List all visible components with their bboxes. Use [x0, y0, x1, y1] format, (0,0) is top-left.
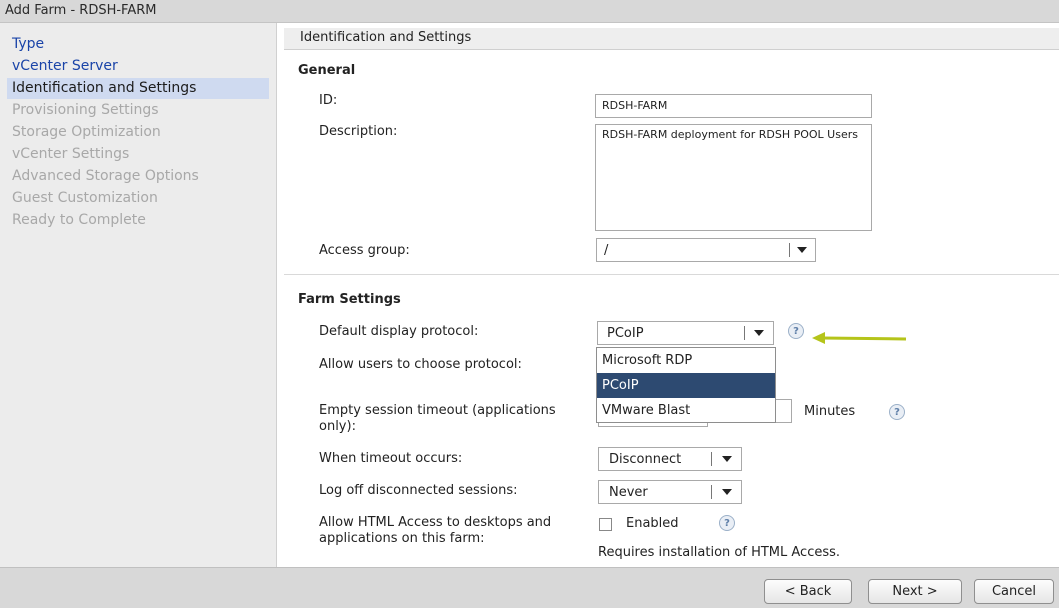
- window-title: Add Farm - RDSH-FARM: [5, 3, 157, 18]
- cancel-button[interactable]: Cancel: [974, 579, 1054, 604]
- html-access-label: Allow HTML Access to desktops and applic…: [319, 515, 552, 546]
- sidebar-item-vcenter-server[interactable]: vCenter Server: [7, 56, 269, 77]
- protocol-option-pcoip[interactable]: PCoIP: [597, 373, 775, 398]
- page-title: Identification and Settings: [300, 30, 472, 45]
- sidebar-item-provisioning-settings: Provisioning Settings: [12, 102, 159, 118]
- sidebar-item-ready-to-complete: Ready to Complete: [12, 212, 146, 228]
- protocol-option-vmware-blast[interactable]: VMware Blast: [597, 398, 775, 423]
- allow-choose-protocol-label: Allow users to choose protocol:: [319, 357, 522, 372]
- section-divider: [284, 274, 1059, 275]
- sidebar-item-advanced-storage-options: Advanced Storage Options: [12, 168, 199, 184]
- general-section-title: General: [298, 63, 356, 78]
- help-icon[interactable]: ?: [719, 515, 735, 531]
- html-access-note: Requires installation of HTML Access.: [598, 545, 841, 560]
- default-protocol-value: PCoIP: [607, 326, 644, 341]
- sidebar-item-vcenter-settings: vCenter Settings: [12, 146, 130, 162]
- help-icon[interactable]: ?: [889, 404, 905, 420]
- page-header: Identification and Settings: [284, 28, 1059, 50]
- when-timeout-label: When timeout occurs:: [319, 451, 463, 466]
- log-off-disconnected-label: Log off disconnected sessions:: [319, 483, 518, 498]
- annotation-arrow-icon: [812, 332, 907, 344]
- description-field[interactable]: RDSH-FARM deployment for RDSH POOL Users: [595, 124, 872, 231]
- next-button[interactable]: Next >: [868, 579, 962, 604]
- id-label: ID:: [319, 93, 338, 108]
- access-group-value: /: [604, 243, 609, 258]
- sidebar-item-identification-and-settings[interactable]: Identification and Settings: [7, 78, 269, 99]
- when-timeout-select[interactable]: Disconnect: [598, 447, 742, 471]
- sidebar-item-storage-optimization: Storage Optimization: [12, 124, 161, 140]
- sidebar-item-guest-customization: Guest Customization: [12, 190, 158, 206]
- empty-session-timeout-label: Empty session timeout (applications only…: [319, 403, 556, 434]
- default-protocol-select[interactable]: PCoIP: [597, 321, 774, 345]
- chevron-down-icon: [722, 456, 732, 462]
- protocol-option-microsoft-rdp[interactable]: Microsoft RDP: [597, 348, 775, 373]
- protocol-dropdown-list: Microsoft RDP PCoIP VMware Blast: [596, 347, 776, 423]
- when-timeout-value: Disconnect: [609, 452, 682, 467]
- chevron-down-icon: [754, 330, 764, 336]
- id-field[interactable]: RDSH-FARM: [595, 94, 872, 118]
- default-protocol-label: Default display protocol:: [319, 324, 479, 339]
- window-titlebar: Add Farm - RDSH-FARM: [0, 0, 1059, 23]
- log-off-disconnected-select[interactable]: Never: [598, 480, 742, 504]
- farm-settings-section-title: Farm Settings: [298, 292, 401, 307]
- chevron-down-icon: [722, 489, 732, 495]
- chevron-down-icon: [797, 247, 807, 253]
- html-access-enabled-checkbox[interactable]: [599, 518, 612, 531]
- wizard-footer: < Back Next > Cancel: [0, 567, 1059, 608]
- minutes-label: Minutes: [804, 404, 856, 419]
- html-access-enabled-label: Enabled: [626, 516, 679, 531]
- log-off-disconnected-value: Never: [609, 485, 648, 500]
- access-group-label: Access group:: [319, 243, 410, 258]
- sidebar-item-type[interactable]: Type: [7, 34, 269, 55]
- description-label: Description:: [319, 124, 398, 139]
- help-icon[interactable]: ?: [788, 323, 804, 339]
- access-group-select[interactable]: /: [596, 238, 816, 262]
- back-button[interactable]: < Back: [764, 579, 852, 604]
- wizard-sidebar: Type vCenter Server Identification and S…: [0, 23, 277, 567]
